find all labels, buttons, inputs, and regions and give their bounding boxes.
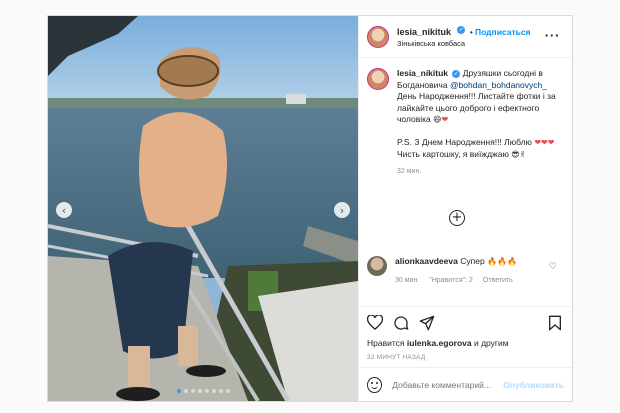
comment-item: alionkaavdeeva Супер 🔥🔥🔥 30 мин. "Нравит… [367, 256, 557, 286]
smile-emoji-icon: 😄 [433, 115, 442, 124]
follow-button[interactable]: Подписаться [475, 27, 531, 37]
like-icon[interactable] [367, 315, 383, 331]
post-photo[interactable]: ‹ › [48, 16, 358, 401]
previous-photo-button[interactable]: ‹ [56, 202, 72, 218]
share-icon[interactable] [419, 315, 435, 331]
next-photo-button[interactable]: › [334, 202, 350, 218]
post-caption: lesia_nikituk ✓ Друзяшки сьогодні в Богд… [367, 68, 564, 178]
commenter-avatar[interactable] [367, 256, 387, 276]
carousel-dot [190, 389, 195, 393]
likes-prefix: Нравится [367, 338, 405, 348]
add-comment-bar: Опубликовать [359, 367, 572, 401]
fire-emoji-icon: 🔥🔥🔥 [487, 257, 517, 266]
caption-text-2: День Народження!!! Листайте фотки і за л… [397, 91, 556, 124]
comment-icon[interactable] [393, 315, 409, 331]
post-actions [359, 306, 572, 338]
load-more-comments-icon[interactable]: + [449, 210, 465, 226]
comment-time: 30 мин. [395, 277, 420, 284]
likes-summary: Нравится iulenka.egorova и другим [359, 338, 572, 352]
carousel-dot [218, 389, 223, 393]
publish-button[interactable]: Опубликовать [503, 380, 564, 390]
caption-mention[interactable]: @bohdan_bohdanovych_ [450, 80, 547, 90]
photo-illustration [48, 16, 358, 401]
post-header: lesia_nikituk ✓ • Подписаться Зіньківськ… [359, 16, 572, 58]
bookmark-icon[interactable] [548, 315, 562, 336]
reply-button[interactable]: Ответить [483, 275, 513, 286]
post-sidebar: lesia_nikituk ✓ • Подписаться Зіньківськ… [358, 16, 572, 401]
emoji-picker-icon[interactable] [367, 376, 383, 393]
comment-likes-link[interactable]: "Нравится": 2 [429, 275, 473, 286]
sunglasses-emoji-icon: 😎✌ [511, 149, 527, 159]
commenter-username[interactable]: alionkaavdeeva [395, 256, 458, 266]
more-options-icon[interactable]: ··· [544, 29, 560, 42]
caption-username[interactable]: lesia_nikituk [397, 68, 448, 78]
carousel-indicator [48, 389, 358, 393]
verified-icon: ✓ [457, 26, 466, 35]
carousel-dot [225, 389, 230, 393]
carousel-dot [197, 389, 202, 393]
like-comment-icon[interactable]: ♡ [549, 262, 557, 272]
instagram-post-card: ‹ › lesia_nikituk ✓ • Подписаться Зінькі… [47, 15, 573, 402]
carousel-dot [176, 389, 181, 393]
author-avatar[interactable] [367, 25, 389, 48]
hearts-emoji-icon: ❤❤❤ [534, 138, 555, 147]
caption-ps-2: Чисть картошку, я виїжджаю [397, 148, 509, 159]
author-username[interactable]: lesia_nikituk [397, 27, 451, 37]
location-link[interactable]: Зіньківська ковбаса [397, 38, 531, 49]
carousel-dot [204, 389, 209, 393]
comment-text: Супер [460, 256, 485, 266]
comment-meta: 30 мин. "Нравится": 2 Ответить [395, 275, 517, 286]
carousel-dot [183, 389, 188, 393]
likes-user[interactable]: iulenka.egorova [407, 338, 472, 348]
likes-suffix[interactable]: и другим [474, 338, 509, 348]
caption-text: lesia_nikituk ✓ Друзяшки сьогодні в Богд… [397, 68, 562, 178]
post-timestamp[interactable]: 32 МИНУТ НАЗАД [359, 352, 572, 367]
heart-emoji-icon: ❤ [441, 115, 449, 124]
header-info: lesia_nikituk ✓ • Подписаться Зіньківськ… [397, 25, 531, 49]
verified-icon: ✓ [452, 69, 461, 78]
caption-ps-1: P.S. З Днем Народження!!! Люблю [397, 137, 532, 147]
caption-avatar[interactable] [367, 68, 389, 90]
comments-area: lesia_nikituk ✓ Друзяшки сьогодні в Богд… [359, 58, 572, 306]
carousel-dot [211, 389, 216, 393]
comment-input[interactable] [392, 379, 504, 390]
caption-time: 32 мин. [397, 168, 422, 175]
comment-body: alionkaavdeeva Супер 🔥🔥🔥 30 мин. "Нравит… [395, 256, 517, 286]
